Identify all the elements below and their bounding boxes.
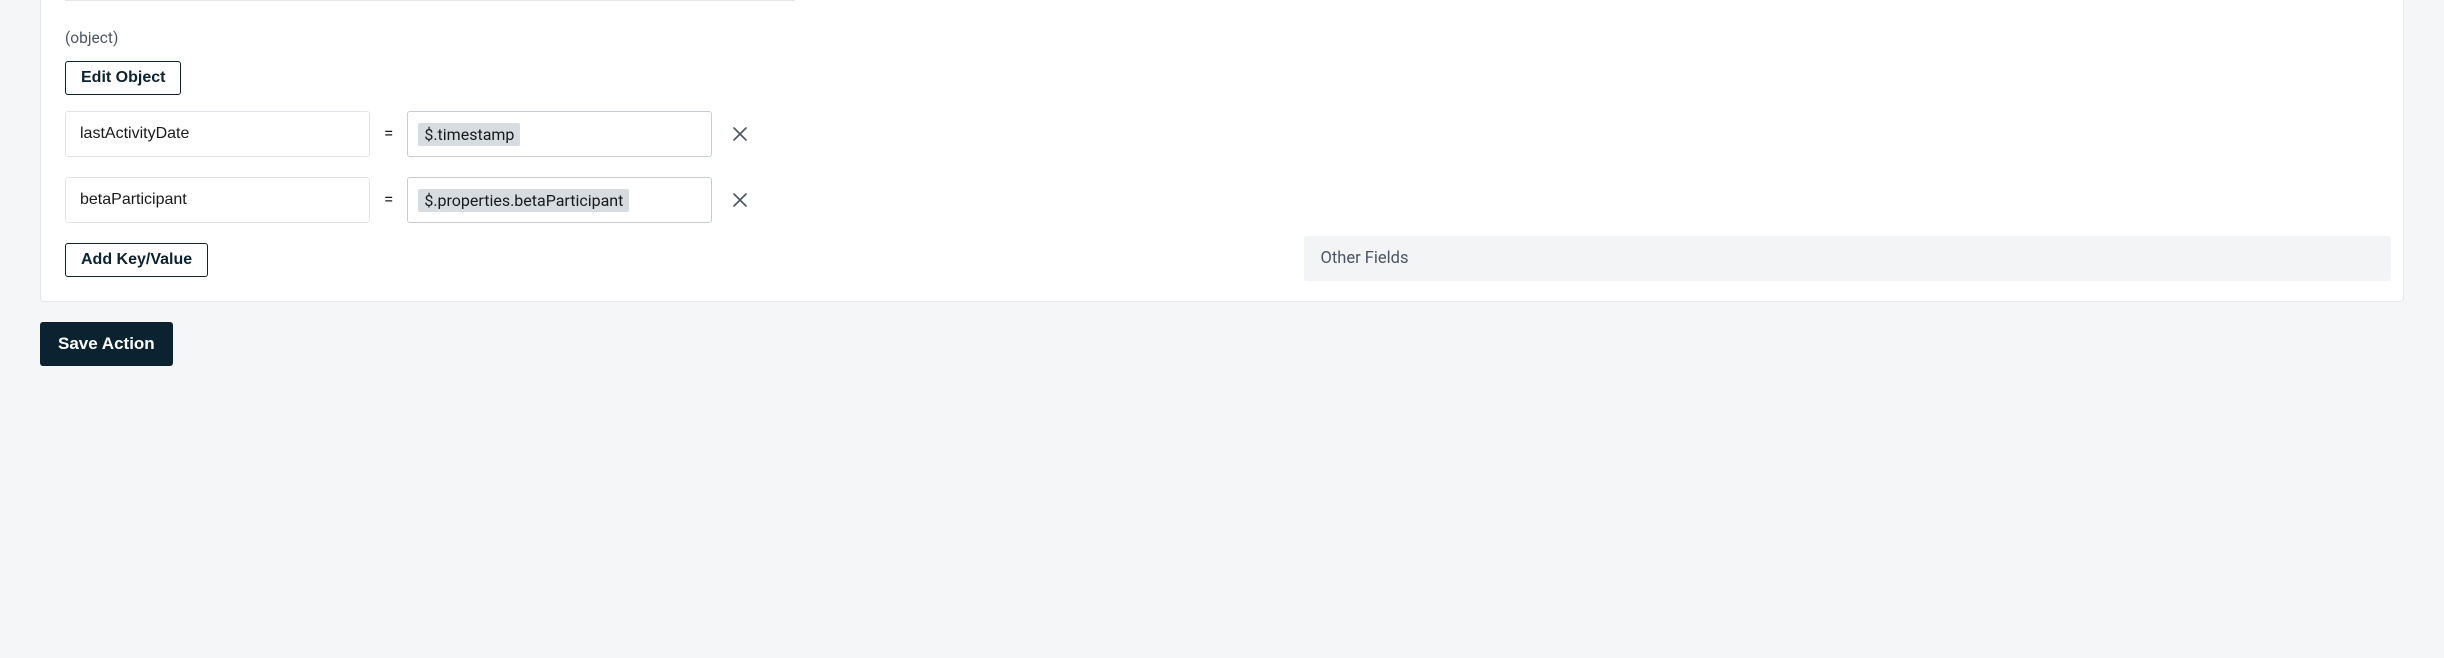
kv-key-input[interactable] <box>65 111 370 157</box>
equals-sign: = <box>382 124 395 144</box>
remove-row-button[interactable] <box>728 122 752 146</box>
equals-sign: = <box>382 190 395 210</box>
value-token: $.properties.betaParticipant <box>418 189 629 212</box>
section-divider <box>65 0 795 1</box>
add-key-value-button[interactable]: Add Key/Value <box>65 243 208 277</box>
kv-row: = $.properties.betaParticipant <box>65 177 795 223</box>
kv-key-input[interactable] <box>65 177 370 223</box>
close-icon <box>732 126 748 142</box>
save-action-button[interactable]: Save Action <box>40 322 173 366</box>
editor-panel: (object) Edit Object = $.timestamp = <box>40 0 2404 302</box>
remove-row-button[interactable] <box>728 188 752 212</box>
kv-row: = $.timestamp <box>65 111 795 157</box>
kv-value-input[interactable]: $.properties.betaParticipant <box>407 177 712 223</box>
close-icon <box>732 192 748 208</box>
value-token: $.timestamp <box>418 123 520 146</box>
other-fields-panel[interactable]: Other Fields <box>1304 236 2391 281</box>
kv-value-input[interactable]: $.timestamp <box>407 111 712 157</box>
edit-object-button[interactable]: Edit Object <box>65 61 181 95</box>
object-type-label: (object) <box>65 29 795 47</box>
other-fields-title: Other Fields <box>1320 249 1408 268</box>
